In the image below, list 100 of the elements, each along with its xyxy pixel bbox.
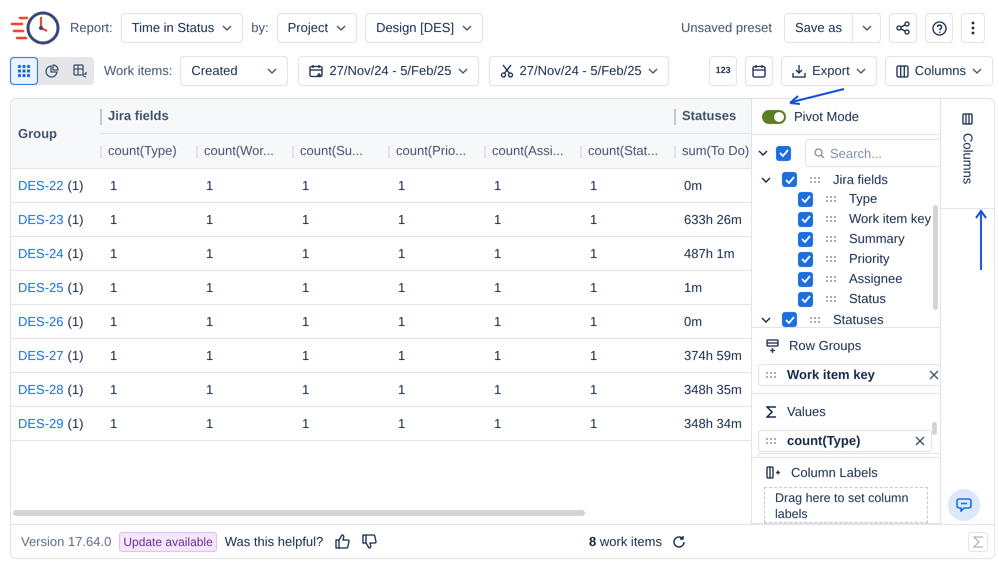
checkmark-icon[interactable]: [800, 255, 810, 263]
column-group-header: Statuses: [681, 107, 736, 125]
checkbox[interactable]: [798, 292, 813, 306]
chevron-down-icon: [336, 25, 346, 31]
table-cell: 1: [494, 314, 502, 329]
column-header: count(Su...: [299, 142, 363, 160]
columns-side-tab[interactable]: Columns: [941, 99, 994, 209]
number-format-button[interactable]: 123: [709, 56, 738, 86]
thumbs-up-icon[interactable]: [335, 534, 350, 549]
checkmark-icon[interactable]: [800, 235, 810, 243]
field-chip[interactable]: count(Type): [758, 430, 932, 452]
thumbs-down-icon[interactable]: [362, 534, 378, 549]
column-header: sum(To Do): [681, 142, 750, 160]
checkmark-icon[interactable]: [800, 295, 810, 303]
columns-button[interactable]: Columns: [884, 56, 993, 86]
toggle-label: Pivot Mode: [794, 108, 860, 126]
pivot-mode-toggle[interactable]: [762, 110, 786, 124]
group-count: (1): [68, 244, 84, 263]
created-date-range[interactable]: 27/Nov/24 - 5/Feb/25: [298, 56, 479, 86]
table-cell: 374h 59m: [684, 348, 742, 363]
chevron-down-icon: [972, 68, 982, 74]
table-cell: 1: [590, 246, 598, 261]
chevron-down-icon: [856, 68, 866, 74]
table-cell: 1: [110, 416, 118, 431]
columns-icon: [962, 113, 973, 125]
checkmark-icon[interactable]: [784, 316, 794, 324]
table-cell: 1m: [684, 280, 702, 295]
checkbox[interactable]: [798, 272, 813, 286]
checkbox[interactable]: [798, 192, 813, 206]
table-cell: 1: [494, 382, 502, 397]
chevron-down-icon: [222, 25, 232, 31]
checkbox[interactable]: [798, 212, 813, 226]
search-field[interactable]: Search...: [805, 139, 940, 167]
table-cell: 348h 35m: [684, 382, 742, 397]
work-items-dropdown[interactable]: Created: [180, 56, 288, 86]
work-item-link[interactable]: DES-24: [18, 244, 64, 264]
chevron-down-icon[interactable]: [761, 314, 771, 324]
tree-item[interactable]: Assignee: [849, 269, 902, 289]
checkmark-icon[interactable]: [800, 275, 810, 283]
calendar-button[interactable]: [745, 56, 774, 86]
table-cell: 1: [494, 416, 502, 431]
checkbox[interactable]: [798, 232, 813, 246]
feedback-prompt: Was this helpful?: [224, 532, 324, 551]
drag-handle-icon: [825, 275, 837, 283]
checkbox[interactable]: [798, 252, 813, 266]
field-chip[interactable]: Work item key: [758, 364, 940, 386]
export-button[interactable]: Export: [781, 56, 877, 86]
checkbox[interactable]: [782, 312, 797, 327]
tree-item[interactable]: Statuses: [833, 310, 884, 327]
scope-dropdown[interactable]: Design [DES]: [365, 13, 484, 43]
work-item-link[interactable]: DES-23: [18, 210, 64, 230]
checkmark-icon[interactable]: [800, 195, 810, 203]
table-cell: 1: [302, 246, 310, 261]
table-cell: 1: [206, 348, 214, 363]
group-count: (1): [68, 210, 84, 229]
help-icon: [932, 20, 946, 36]
chevron-down-icon[interactable]: [761, 174, 771, 184]
scrollbar-thumb[interactable]: [933, 205, 938, 310]
work-item-link[interactable]: DES-25: [18, 278, 64, 298]
resolved-date-range[interactable]: 27/Nov/24 - 5/Feb/25: [488, 56, 669, 86]
table-cell: 1: [302, 212, 310, 227]
tree-item[interactable]: Status: [849, 289, 886, 309]
checkmark-icon[interactable]: [778, 149, 788, 157]
checkbox[interactable]: [782, 172, 797, 187]
work-item-link[interactable]: DES-28: [18, 380, 64, 400]
table-cell: 1: [206, 314, 214, 329]
tree-item[interactable]: Summary: [849, 229, 905, 249]
checkbox[interactable]: [776, 146, 791, 160]
report-dropdown[interactable]: Time in Status: [120, 13, 244, 43]
work-item-link[interactable]: DES-29: [18, 414, 64, 434]
tree-item[interactable]: Priority: [849, 249, 890, 269]
tree-item[interactable]: Jira fields: [833, 170, 888, 190]
chat-button[interactable]: [948, 489, 980, 521]
close-icon[interactable]: [915, 436, 925, 446]
tree-item[interactable]: Work item key: [849, 209, 932, 229]
checkmark-icon[interactable]: [800, 215, 810, 223]
view-mode-tab[interactable]: [10, 57, 38, 85]
scrollbar-thumb[interactable]: [932, 422, 937, 435]
scrollbar-thumb[interactable]: [13, 510, 585, 516]
work-item-link[interactable]: DES-22: [18, 176, 64, 196]
work-item-link[interactable]: DES-27: [18, 346, 64, 366]
drag-handle-icon: [825, 215, 837, 223]
help-button[interactable]: [925, 13, 953, 43]
checkmark-icon[interactable]: [784, 176, 794, 184]
chevron-down-icon[interactable]: [758, 148, 768, 158]
close-icon[interactable]: [929, 370, 939, 380]
column-header: Group: [17, 124, 58, 143]
table-cell: 1: [110, 348, 118, 363]
refresh-icon[interactable]: [672, 534, 686, 548]
share-button[interactable]: [889, 13, 917, 43]
group-by-dropdown[interactable]: Project: [276, 13, 358, 43]
table-cell: 1: [590, 382, 598, 397]
group-count: (1): [68, 312, 84, 331]
column-group-header: Jira fields: [107, 107, 169, 125]
work-item-link[interactable]: DES-26: [18, 312, 64, 332]
drag-handle-icon: [825, 255, 837, 263]
drop-zone[interactable]: Drag here to set column labels: [764, 487, 928, 523]
tree-item[interactable]: Type: [849, 189, 878, 209]
more-button[interactable]: [961, 13, 985, 43]
scissors-icon: [500, 64, 514, 78]
